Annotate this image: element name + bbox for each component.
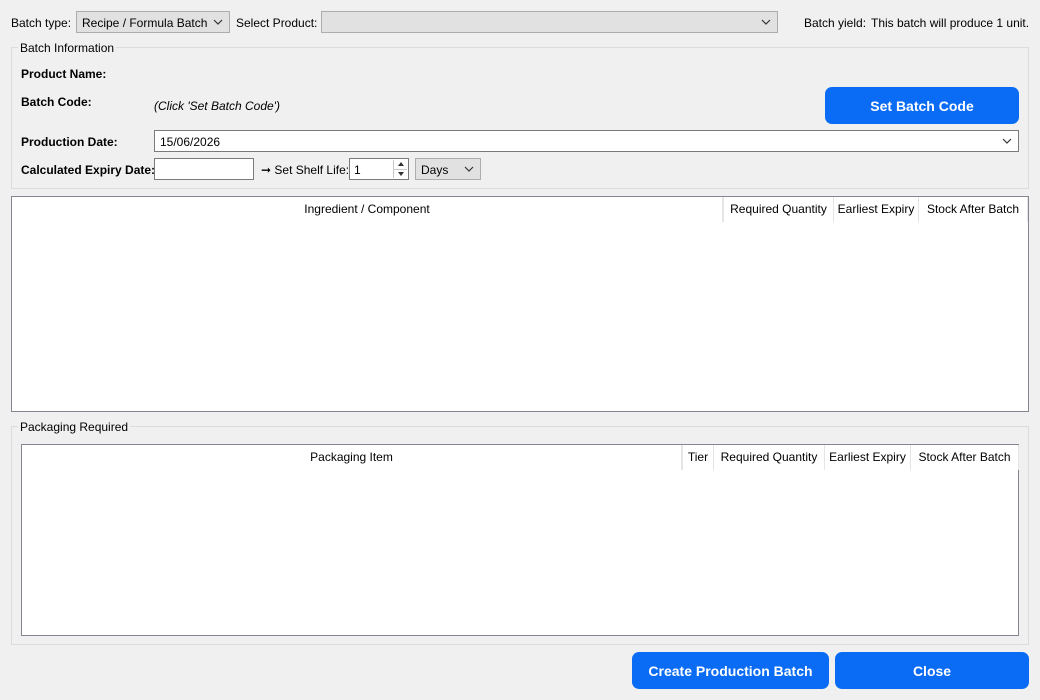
batch-type-value: Recipe / Formula Batch [82, 16, 208, 30]
column-header-ingredient[interactable]: Ingredient / Component [12, 197, 723, 222]
select-product-dropdown[interactable] [321, 11, 778, 33]
calculated-expiry-label: Calculated Expiry Date: [21, 163, 156, 177]
production-date-picker[interactable]: 15/06/2026 [154, 130, 1019, 152]
spinner-up-button[interactable] [394, 160, 407, 169]
spinner-down-button[interactable] [394, 169, 407, 178]
batch-code-label: Batch Code: [21, 95, 92, 109]
set-shelf-life-label: ➞ Set Shelf Life: [261, 163, 350, 177]
packaging-table-header: Packaging Item Tier Required Quantity Ea… [22, 445, 1019, 470]
ingredients-table-header: Ingredient / Component Required Quantity… [12, 197, 1028, 222]
chevron-down-icon [213, 19, 223, 25]
packaging-table[interactable]: Packaging Item Tier Required Quantity Ea… [21, 444, 1019, 636]
close-button[interactable]: Close [835, 652, 1029, 689]
packaging-required-title: Packaging Required [18, 420, 131, 434]
column-header-tier[interactable]: Tier [682, 445, 714, 470]
shelf-life-unit-select[interactable]: Days [415, 158, 481, 180]
product-name-label: Product Name: [21, 67, 107, 81]
select-product-label: Select Product: [236, 16, 318, 30]
batch-type-label: Batch type: [11, 16, 72, 30]
batch-yield-value: This batch will produce 1 unit. [871, 16, 1030, 30]
column-header-packaging-item[interactable]: Packaging Item [22, 445, 682, 470]
create-production-batch-button[interactable]: Create Production Batch [632, 652, 829, 689]
batch-code-hint: (Click 'Set Batch Code') [154, 99, 280, 113]
calculated-expiry-field[interactable] [154, 158, 254, 180]
set-batch-code-button[interactable]: Set Batch Code [825, 87, 1019, 124]
column-header-stock-after-batch[interactable]: Stock After Batch [911, 445, 1019, 470]
batch-type-select[interactable]: Recipe / Formula Batch [76, 11, 230, 33]
batch-information-title: Batch Information [18, 41, 117, 55]
column-header-required-quantity[interactable]: Required Quantity [723, 197, 834, 222]
shelf-life-value: 1 [354, 163, 361, 177]
chevron-down-icon [1002, 138, 1012, 144]
column-header-earliest-expiry[interactable]: Earliest Expiry [834, 197, 919, 222]
column-header-earliest-expiry[interactable]: Earliest Expiry [825, 445, 911, 470]
shelf-life-spinner[interactable]: 1 [349, 158, 409, 180]
spinner-arrows-icon [393, 160, 407, 178]
chevron-down-icon [464, 166, 474, 172]
ingredients-table[interactable]: Ingredient / Component Required Quantity… [11, 196, 1029, 412]
batch-yield-label: Batch yield: [804, 16, 867, 30]
shelf-life-unit-value: Days [421, 163, 449, 177]
production-date-label: Production Date: [21, 135, 118, 149]
column-header-required-quantity[interactable]: Required Quantity [714, 445, 825, 470]
chevron-down-icon [761, 19, 771, 25]
column-header-stock-after-batch[interactable]: Stock After Batch [919, 197, 1028, 222]
production-date-value: 15/06/2026 [160, 135, 221, 149]
